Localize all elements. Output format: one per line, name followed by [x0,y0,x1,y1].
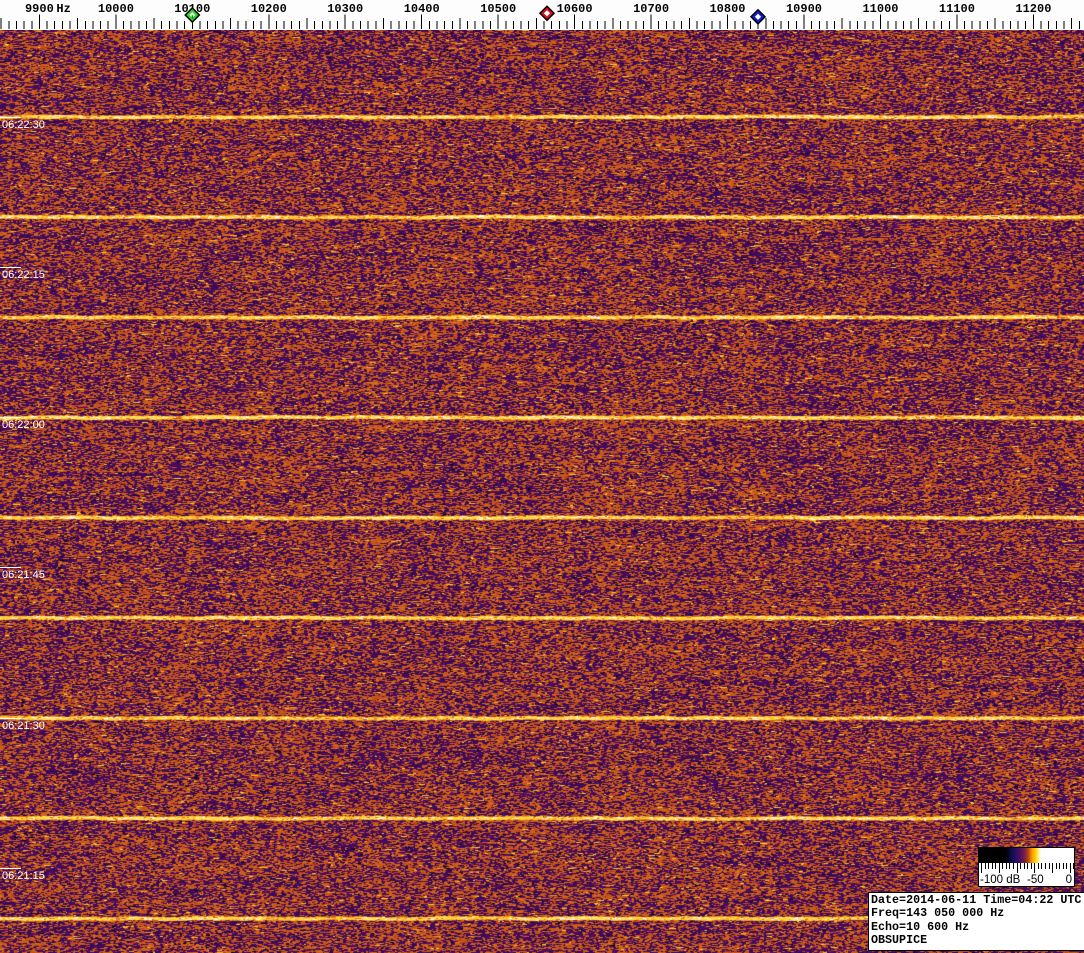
svg-text:10600: 10600 [557,2,593,16]
svg-text:10900: 10900 [786,2,822,16]
svg-text:Hz: Hz [56,2,70,16]
svg-text:10700: 10700 [633,2,669,16]
svg-text:10500: 10500 [480,2,516,16]
svg-text:11000: 11000 [862,2,898,16]
svg-text:10400: 10400 [404,2,440,16]
svg-text:10800: 10800 [709,2,745,16]
svg-text:10000: 10000 [98,2,134,16]
svg-text:10200: 10200 [251,2,287,16]
svg-text:11200: 11200 [1015,2,1051,16]
svg-text:10300: 10300 [327,2,363,16]
svg-text:11100: 11100 [939,2,975,16]
svg-text:9900: 9900 [25,2,54,16]
